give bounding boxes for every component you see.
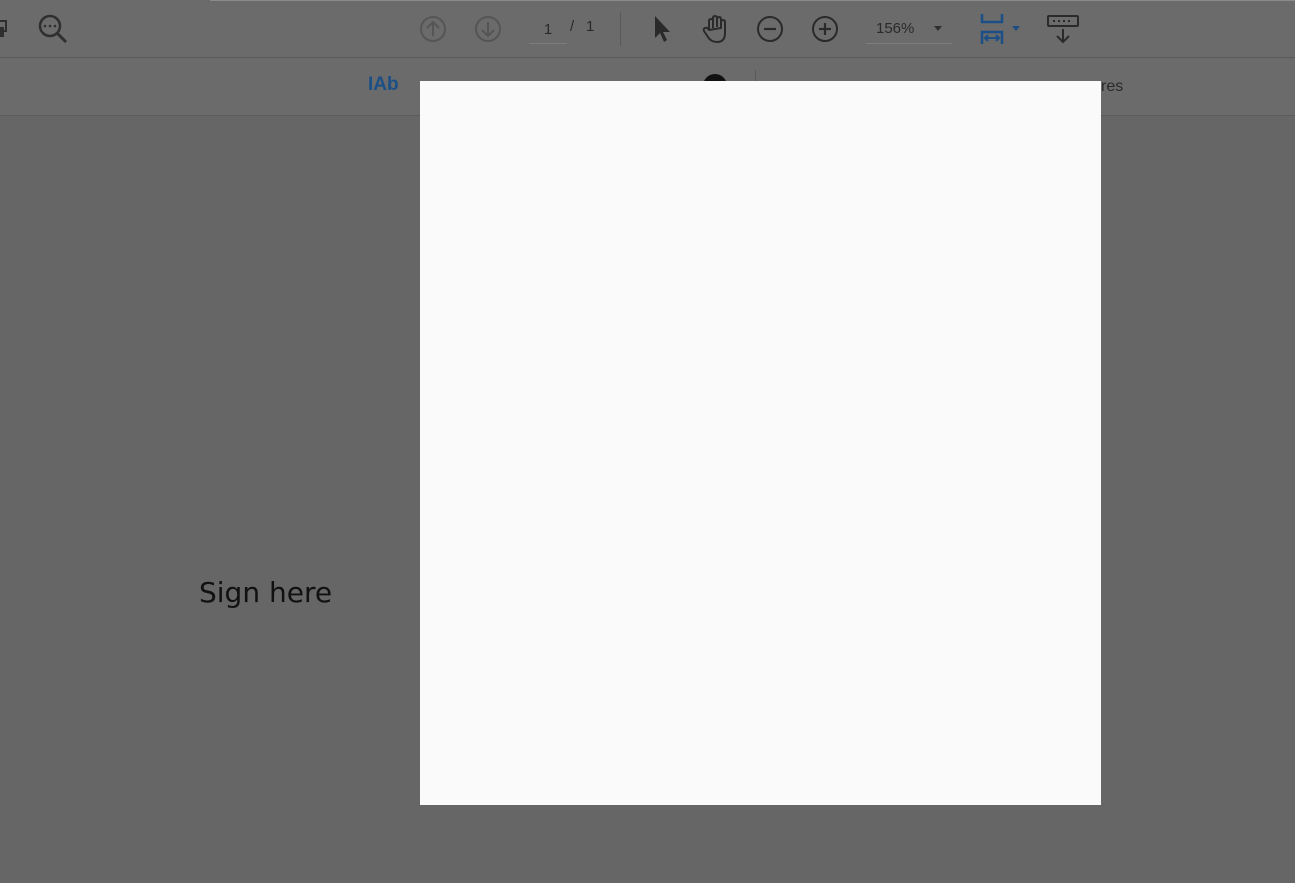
zoom-out-icon[interactable] [755,14,785,44]
sign-here-label: Sign here [199,576,333,609]
page-number-input[interactable]: 1 [529,16,567,44]
toolbar-divider [620,12,621,46]
fit-width-icon[interactable] [978,12,1024,46]
search-icon[interactable] [36,12,70,46]
document-page[interactable] [420,81,1101,805]
zoom-in-icon[interactable] [810,14,840,44]
zoom-select[interactable]: 156% [866,16,952,44]
hand-icon[interactable] [699,12,733,46]
select-icon[interactable] [648,12,676,46]
prev-page-icon[interactable] [418,14,448,44]
chevron-down-icon [934,26,942,31]
add-text-button[interactable]: IAb [368,74,399,96]
subtoolbar-truncated-label: res [1101,78,1124,95]
keyboard-icon[interactable] [1045,12,1081,46]
main-toolbar: 1 / 1 156% [0,0,1295,58]
page-separator: / [570,18,575,35]
print-icon[interactable] [0,14,12,44]
toolbar-top-border [210,0,1295,1]
page-current: 1 [543,21,553,38]
zoom-value: 156% [876,20,915,37]
page-total: 1 [586,18,595,35]
next-page-icon[interactable] [473,14,503,44]
